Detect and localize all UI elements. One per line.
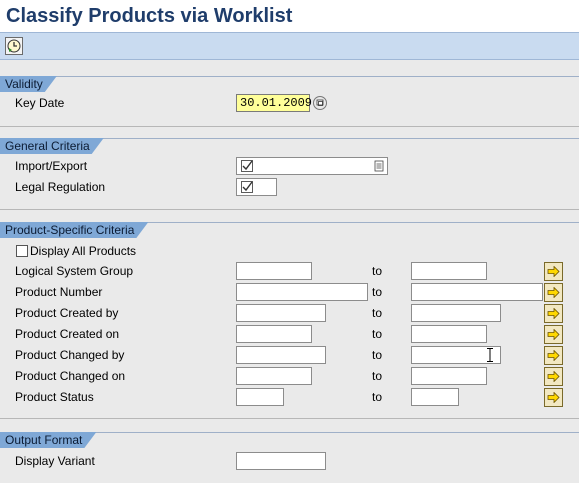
validity-section-bottom xyxy=(0,126,579,127)
legal-regulation-field[interactable] xyxy=(236,178,277,196)
general-section-header: General Criteria xyxy=(0,138,104,154)
application-toolbar xyxy=(0,32,579,60)
product-number-label: Product Number xyxy=(15,285,103,299)
checkmark-icon xyxy=(241,181,253,193)
display-all-products-label: Display All Products xyxy=(30,244,137,258)
value-help-icon[interactable] xyxy=(374,160,384,172)
validity-section-line xyxy=(0,76,579,77)
display-all-products-checkbox[interactable] xyxy=(16,245,28,257)
text-cursor-icon xyxy=(487,348,493,362)
to-label: to xyxy=(372,390,383,404)
product-changed-on-from-field[interactable] xyxy=(236,367,312,385)
product-number-to-field[interactable] xyxy=(411,283,543,301)
arrow-right-icon xyxy=(547,308,560,319)
product-created-by-from-field[interactable] xyxy=(236,304,326,322)
output-section-header: Output Format xyxy=(0,432,96,448)
arrow-right-icon xyxy=(547,392,560,403)
display-variant-field[interactable] xyxy=(236,452,326,470)
key-date-field[interactable]: 30.01.2009 xyxy=(236,94,312,112)
execute-button[interactable] xyxy=(5,37,23,55)
arrow-right-icon xyxy=(547,287,560,298)
arrow-right-icon xyxy=(547,266,560,277)
product-created-by-to-field[interactable] xyxy=(411,304,501,322)
product-created-by-label: Product Created by xyxy=(15,306,119,320)
product-created-on-to-field[interactable] xyxy=(411,325,487,343)
arrow-right-icon xyxy=(547,350,560,361)
arrow-right-icon xyxy=(547,371,560,382)
page-title: Classify Products via Worklist xyxy=(0,0,579,32)
product-section-bottom xyxy=(0,418,579,419)
to-label: to xyxy=(372,348,383,362)
multiple-selection-button[interactable] xyxy=(544,367,563,386)
product-section-header: Product-Specific Criteria xyxy=(0,222,148,238)
to-label: to xyxy=(372,306,383,320)
product-status-label: Product Status xyxy=(15,390,94,404)
legal-regulation-label: Legal Regulation xyxy=(15,180,106,194)
product-changed-on-label: Product Changed on xyxy=(15,369,126,383)
key-date-label: Key Date xyxy=(15,96,65,110)
import-export-field[interactable] xyxy=(236,157,388,175)
product-changed-by-from-field[interactable] xyxy=(236,346,326,364)
multiple-selection-button[interactable] xyxy=(544,262,563,281)
product-changed-by-label: Product Changed by xyxy=(15,348,125,362)
product-status-to-field[interactable] xyxy=(411,388,459,406)
checkmark-icon xyxy=(241,160,253,172)
multiple-selection-button[interactable] xyxy=(544,388,563,407)
to-label: to xyxy=(372,264,383,278)
multiple-selection-button[interactable] xyxy=(544,283,563,302)
display-variant-label: Display Variant xyxy=(15,454,95,468)
execute-clock-icon xyxy=(7,39,21,53)
general-section-bottom xyxy=(0,209,579,210)
validity-section-header: Validity xyxy=(0,76,57,92)
multiple-selection-button[interactable] xyxy=(544,304,563,323)
multiple-selection-button[interactable] xyxy=(544,325,563,344)
product-status-from-field[interactable] xyxy=(236,388,284,406)
to-label: to xyxy=(372,369,383,383)
product-created-on-from-field[interactable] xyxy=(236,325,312,343)
logical-system-group-label: Logical System Group xyxy=(15,264,134,278)
to-label: to xyxy=(372,285,383,299)
import-export-label: Import/Export xyxy=(15,159,88,173)
to-label: to xyxy=(372,327,383,341)
logical-system-group-to-field[interactable] xyxy=(411,262,487,280)
multiple-selection-button[interactable] xyxy=(544,346,563,365)
calendar-button[interactable] xyxy=(313,96,327,110)
product-changed-on-to-field[interactable] xyxy=(411,367,487,385)
product-created-on-label: Product Created on xyxy=(15,327,120,341)
product-number-from-field[interactable] xyxy=(236,283,368,301)
calendar-icon xyxy=(316,99,324,106)
logical-system-group-from-field[interactable] xyxy=(236,262,312,280)
arrow-right-icon xyxy=(547,329,560,340)
